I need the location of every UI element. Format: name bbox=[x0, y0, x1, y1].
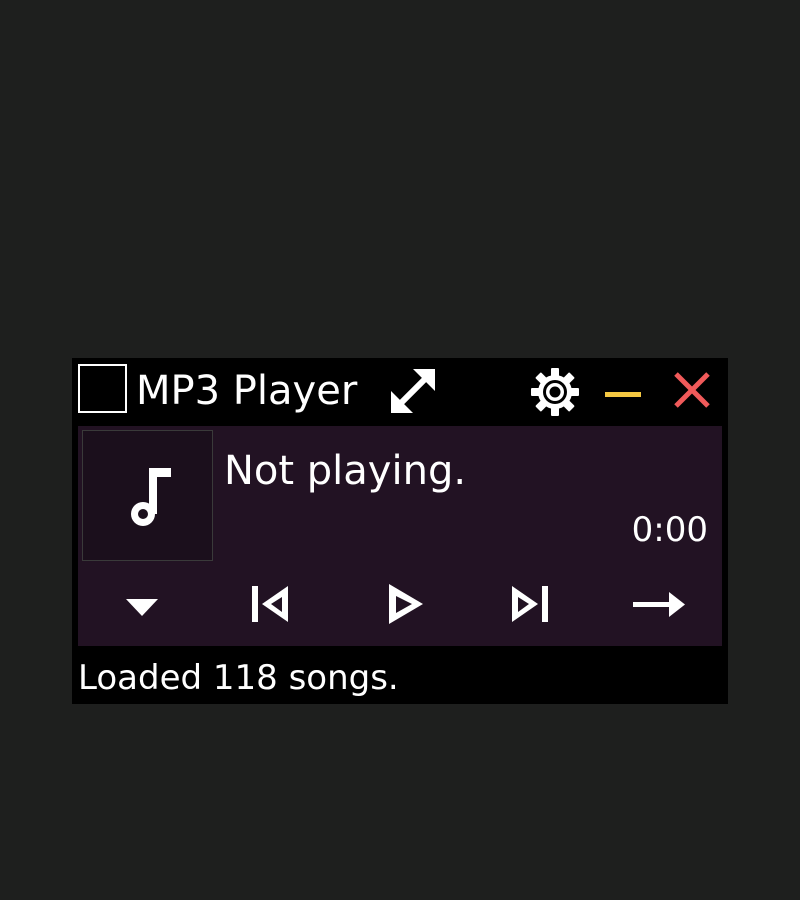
album-art bbox=[82, 430, 213, 561]
gear-icon[interactable] bbox=[527, 364, 583, 420]
status-message: Loaded 118 songs. bbox=[78, 658, 399, 698]
previous-track-icon[interactable] bbox=[248, 572, 294, 638]
select-checkbox[interactable] bbox=[78, 364, 127, 413]
play-icon[interactable] bbox=[383, 572, 429, 638]
mp3-player-window: MP3 Player Not playing. 0:00 Loaded 118 … bbox=[72, 358, 728, 704]
playback-status: Not playing. bbox=[224, 448, 467, 494]
playback-time: 0:00 bbox=[631, 510, 708, 550]
window-title: MP3 Player bbox=[136, 368, 358, 414]
close-icon[interactable] bbox=[668, 366, 716, 414]
next-track-icon[interactable] bbox=[506, 572, 552, 638]
arrow-right-icon[interactable] bbox=[631, 572, 689, 638]
minimize-icon[interactable] bbox=[601, 364, 649, 414]
music-note-icon bbox=[131, 468, 171, 526]
expand-icon[interactable] bbox=[385, 363, 441, 419]
playback-controls bbox=[78, 572, 722, 638]
title-bar: MP3 Player bbox=[72, 358, 728, 424]
dropdown-arrow-icon[interactable] bbox=[122, 572, 162, 638]
player-panel: Not playing. 0:00 bbox=[78, 426, 722, 646]
